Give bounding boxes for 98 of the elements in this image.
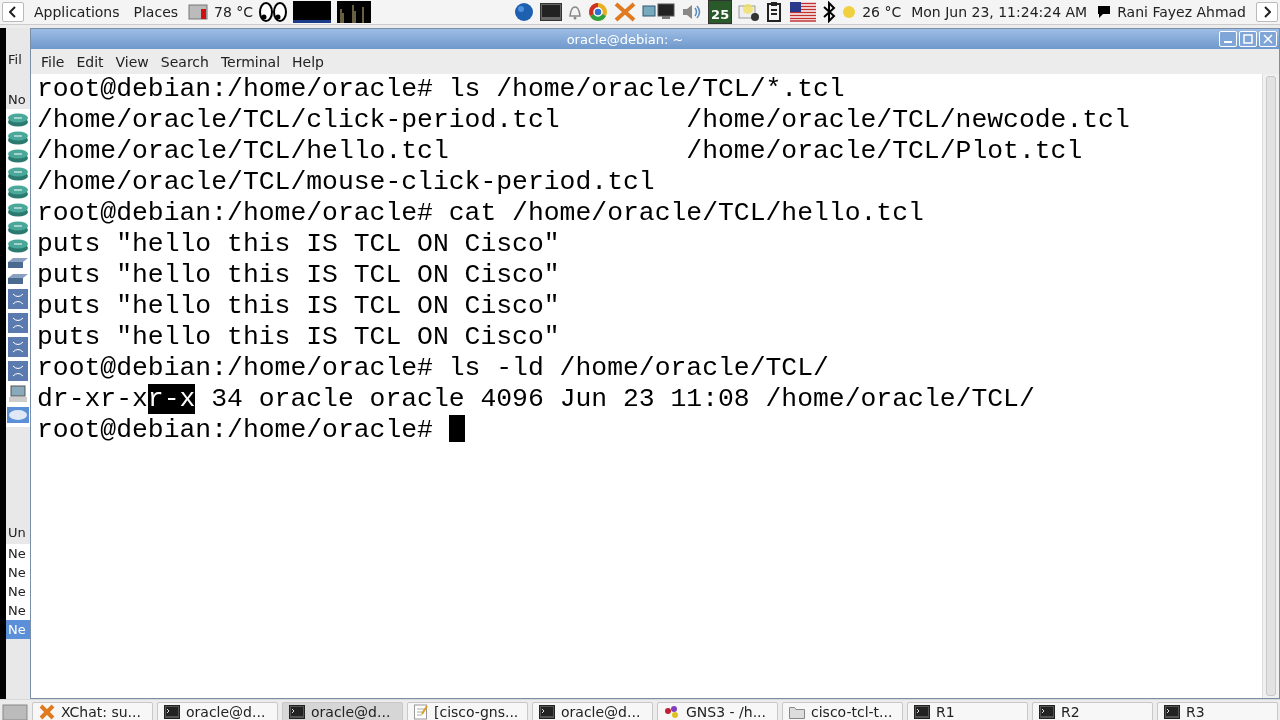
taskbar-button[interactable]: R2 (1032, 701, 1153, 720)
terminal-icon[interactable] (540, 3, 563, 21)
notepad-icon (414, 704, 428, 720)
sun-icon (842, 5, 857, 19)
taskbar-button[interactable]: XChat: su... (32, 701, 153, 720)
router-icon[interactable] (7, 149, 29, 163)
menu-item[interactable]: File (35, 53, 71, 70)
chevron-left-icon (9, 6, 17, 18)
user-name[interactable]: Rani Fayez Ahmad (1117, 4, 1250, 20)
scroll-right-button[interactable] (1256, 2, 1278, 22)
router-icon[interactable] (7, 113, 29, 127)
shell-prompt: root@debian:/home/oracle# (37, 198, 433, 228)
shell-prompt: root@debian:/home/oracle# (37, 415, 433, 445)
file-path: /home/oracle/TCL/mouse-click-period.tcl (37, 167, 655, 198)
flag-icon[interactable] (790, 2, 817, 22)
router-icon[interactable] (7, 185, 29, 199)
taskbar-button[interactable]: cisco-tcl-t... (782, 701, 903, 720)
applications-menu[interactable]: Applications (30, 4, 124, 20)
file-path: /home/oracle/TCL/newcode.tcl (686, 105, 1130, 136)
file-path: /home/oracle/TCL/Plot.tcl (686, 136, 1083, 167)
speaker-icon[interactable] (682, 3, 703, 21)
cpu-temperature: 78 °C (214, 4, 254, 20)
terminal-icon (1164, 705, 1180, 719)
output-text: dr-xr-x (37, 384, 148, 414)
menu-item[interactable]: Terminal (214, 53, 287, 70)
terminal-icon (289, 705, 305, 719)
menu-item[interactable]: View (109, 53, 155, 70)
computer-icon[interactable] (8, 385, 28, 403)
taskbar-button[interactable]: oracle@d... (282, 701, 403, 720)
selected-text: r-x (147, 384, 196, 414)
window-title: oracle@debian: ~ (565, 31, 685, 47)
list-item[interactable]: Ne (6, 544, 30, 563)
globe-icon[interactable] (514, 2, 535, 22)
menu-item[interactable]: Edit (70, 53, 110, 70)
scrollbar-thumb[interactable] (1266, 76, 1276, 696)
cpu-monitor-graph (337, 1, 372, 23)
menu-item[interactable]: Help (286, 53, 330, 70)
device-icon[interactable] (8, 313, 28, 333)
list-item[interactable]: Ne (6, 582, 30, 601)
weather-temperature[interactable]: 26 °C (862, 4, 902, 20)
list-item[interactable]: Ne (6, 601, 30, 620)
close-icon (1263, 34, 1273, 44)
taskbar-button[interactable]: oracle@d... (157, 701, 278, 720)
router-icon[interactable] (7, 167, 29, 181)
shell-prompt: root@debian:/home/oracle# (37, 74, 433, 104)
device-icon[interactable] (8, 361, 28, 381)
output-text: puts "hello this IS TCL ON Cisco" (37, 291, 560, 321)
x-icon (39, 704, 55, 720)
taskbar-button[interactable]: R3 (1157, 701, 1278, 720)
taskbar-button[interactable]: oracle@d... (532, 701, 653, 720)
device-icon[interactable] (8, 289, 28, 309)
file-path: /home/oracle/TCL/hello.tcl (37, 136, 450, 167)
output-text: puts "hello this IS TCL ON Cisco" (37, 260, 560, 290)
folder-icon (789, 705, 805, 719)
menu-item[interactable]: Search (154, 53, 215, 70)
places-menu[interactable]: Places (129, 4, 183, 20)
terminal-icon (914, 705, 930, 719)
switch-icon[interactable] (7, 257, 29, 269)
bluetooth-icon[interactable] (822, 1, 837, 23)
taskbar-button[interactable]: GNS3 - /h... (657, 701, 778, 720)
shell-command: ls /home/oracle/TCL/*.tcl (448, 74, 845, 104)
router-icon[interactable] (7, 221, 29, 235)
switch-icon[interactable] (7, 273, 29, 285)
list-item[interactable]: Ne (6, 563, 30, 582)
chip-icon (188, 3, 209, 21)
network-monitor-graph (293, 1, 332, 23)
shell-command: ls -ld /home/oracle/TCL/ (448, 353, 829, 383)
output-text: 34 oracle oracle 4096 Jun 23 11:08 /home/oracle/TCL/ (210, 384, 1035, 414)
browser-icon[interactable] (588, 2, 609, 22)
router-icon[interactable] (7, 239, 29, 253)
calendar-icon[interactable]: 25 (708, 0, 733, 24)
menu-item[interactable]: Fil (6, 50, 30, 69)
terminal-icon (164, 705, 180, 719)
cloud-icon[interactable] (7, 407, 29, 423)
taskbar-button[interactable]: [cisco-gns... (407, 701, 528, 720)
taskbar-button[interactable]: R1 (907, 701, 1028, 720)
network-icon[interactable] (642, 2, 677, 22)
file-path: /home/oracle/TCL/click-period.tcl (37, 105, 561, 136)
shell-command: cat /home/oracle/TCL/hello.tcl (448, 198, 924, 228)
dots-icon (664, 705, 680, 719)
terminal-icon (1039, 705, 1055, 719)
shell-prompt: root@debian:/home/oracle# (37, 353, 433, 383)
maximize-icon (1243, 34, 1253, 44)
device-icon[interactable] (8, 337, 28, 357)
chevron-right-icon (1263, 6, 1271, 18)
x-icon[interactable] (614, 2, 637, 22)
router-icon[interactable] (7, 203, 29, 217)
chat-bubble-icon (1097, 5, 1112, 19)
minimize-icon (1223, 41, 1233, 43)
terminal-icon (539, 705, 555, 719)
panel-header: Un (7, 524, 27, 542)
bell-icon[interactable] (568, 3, 583, 21)
router-icon[interactable] (7, 131, 29, 145)
scroll-left-button[interactable] (2, 2, 24, 22)
clock[interactable]: Mon Jun 23, 11:24:24 AM (907, 4, 1092, 20)
output-text: puts "hello this IS TCL ON Cisco" (37, 322, 560, 352)
output-text: puts "hello this IS TCL ON Cisco" (37, 229, 560, 259)
panel-header: No (7, 91, 27, 109)
